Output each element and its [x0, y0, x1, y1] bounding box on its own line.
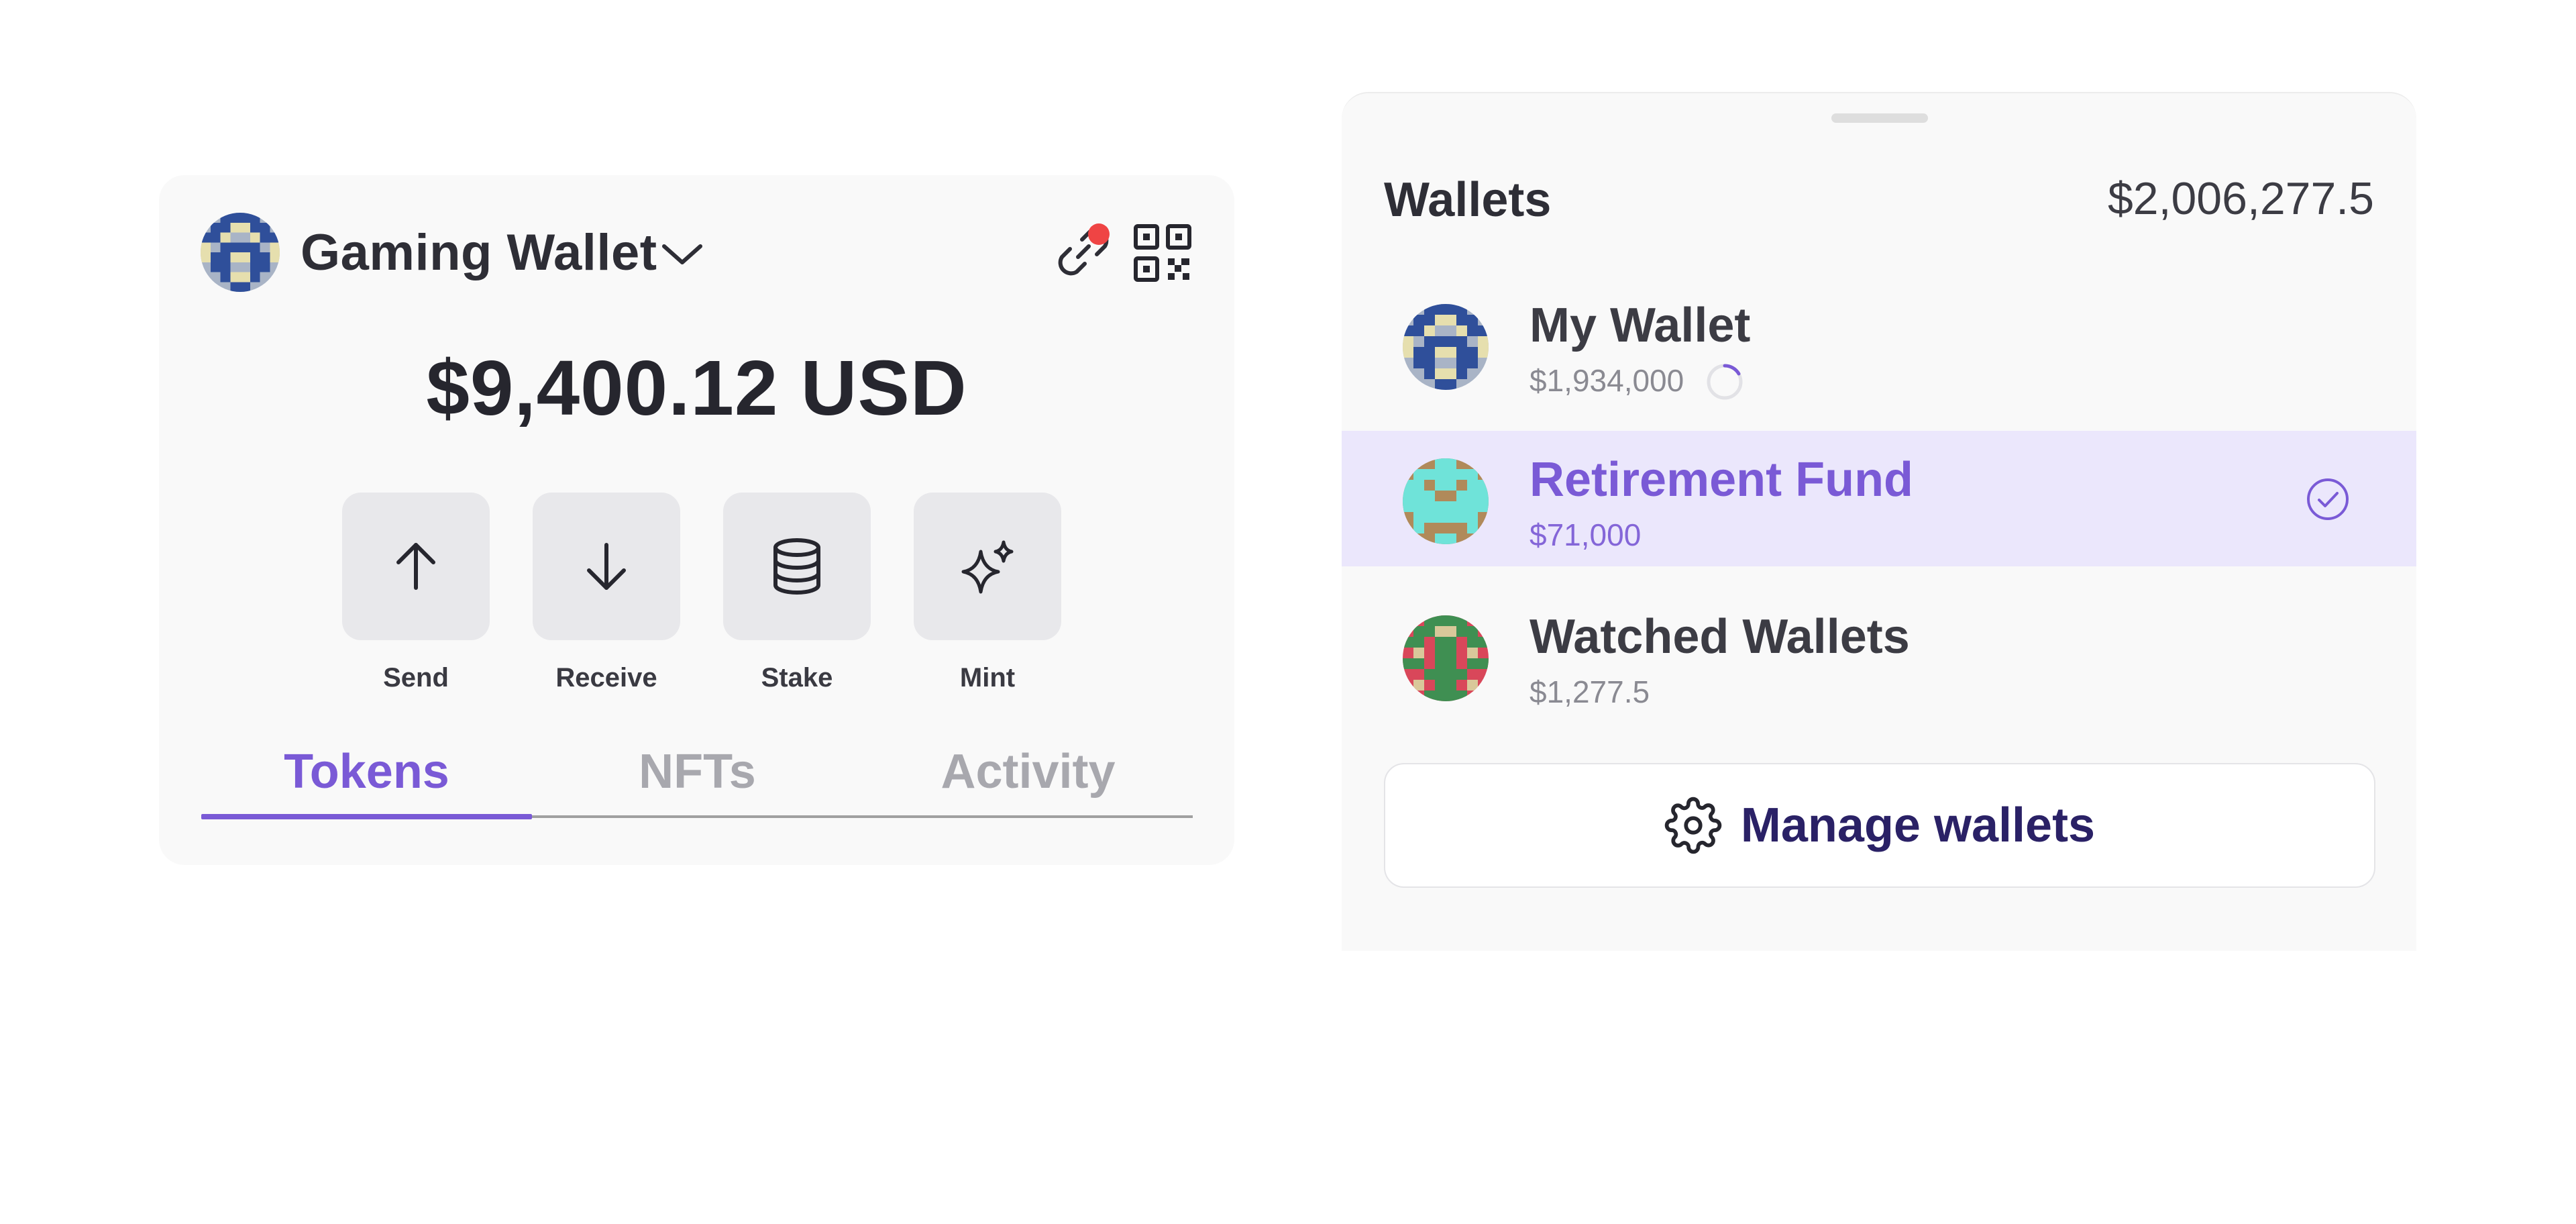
wallet-balance: $9,400.12 USD — [426, 344, 967, 431]
wallet-avatar — [1403, 304, 1489, 390]
receive-button[interactable] — [533, 493, 680, 640]
receive-action: Receive — [533, 493, 680, 693]
arrow-down-icon — [587, 543, 626, 590]
tab-nfts[interactable]: NFTs — [532, 744, 863, 799]
send-action: Send — [342, 493, 490, 693]
tab-activity[interactable]: Activity — [863, 744, 1193, 799]
send-button[interactable] — [342, 493, 490, 640]
receive-label: Receive — [555, 663, 657, 693]
arrow-up-icon — [396, 543, 435, 590]
panel-title: Wallets — [1384, 173, 1552, 227]
wallets-total-balance: $2,006,277.5 — [2107, 173, 2374, 224]
wallet-row-name: My Wallet — [1529, 299, 1751, 352]
wallet-avatar — [1403, 615, 1489, 701]
wallet-row-amount: $1,277.5 — [1529, 674, 1650, 709]
wallet-avatar[interactable] — [201, 213, 280, 292]
notification-dot — [1088, 223, 1110, 245]
manage-wallets-button[interactable]: Manage wallets — [1384, 763, 2375, 888]
wallet-row-amount: $71,000 — [1529, 517, 1642, 552]
check-circle-icon — [2307, 478, 2349, 520]
gear-icon — [1664, 797, 1722, 854]
active-tab-indicator — [201, 814, 532, 819]
send-label: Send — [383, 663, 449, 693]
stake-action: Stake — [723, 493, 871, 693]
mint-action: Mint — [914, 493, 1061, 693]
wallet-name[interactable]: Gaming Wallet — [301, 223, 657, 282]
sparkles-icon — [961, 540, 1014, 594]
wallet-row-amount: $1,934,000 — [1529, 363, 1684, 398]
wallet-row-retirement-fund[interactable]: Retirement Fund $71,000 — [1342, 431, 2416, 566]
drag-handle[interactable] — [1831, 113, 1928, 123]
wallet-row-name: Watched Wallets — [1529, 610, 1910, 664]
wallet-avatar — [1403, 458, 1489, 544]
mint-button[interactable] — [914, 493, 1061, 640]
loading-spinner-icon — [1707, 364, 1743, 400]
wallet-tabs: Tokens NFTs Activity — [201, 744, 1193, 819]
stake-label: Stake — [761, 663, 833, 693]
manage-wallets-label: Manage wallets — [1740, 799, 2096, 852]
database-icon — [773, 538, 820, 595]
stake-button[interactable] — [723, 493, 871, 640]
chevron-down-icon[interactable] — [659, 240, 706, 269]
qr-code-icon[interactable] — [1133, 223, 1192, 283]
wallets-panel: Wallets $2,006,277.5 My Wallet $1,934,00… — [1342, 92, 2416, 951]
wallet-row-my-wallet[interactable]: My Wallet $1,934,000 — [1342, 276, 2416, 412]
wallet-card: Gaming Wallet $9,400.12 USD Send Receive… — [159, 175, 1234, 865]
wallet-row-watched-wallets[interactable]: Watched Wallets $1,277.5 — [1342, 588, 2416, 723]
tab-tokens[interactable]: Tokens — [201, 744, 532, 799]
wallet-row-name: Retirement Fund — [1529, 453, 1914, 507]
mint-label: Mint — [959, 663, 1016, 693]
